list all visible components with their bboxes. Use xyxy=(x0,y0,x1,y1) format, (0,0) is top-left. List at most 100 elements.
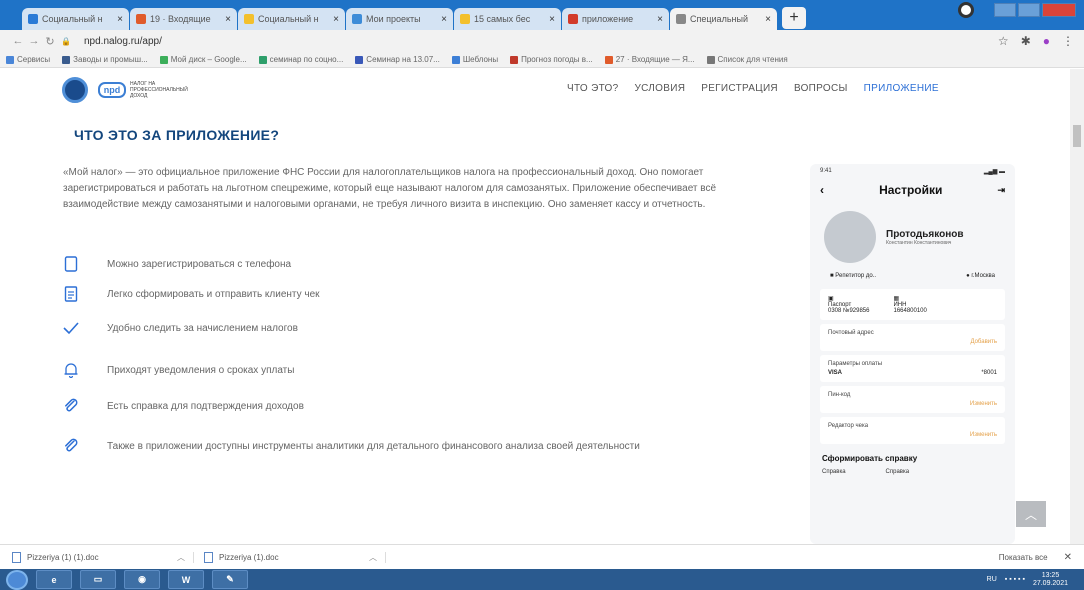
reload-icon[interactable]: ↻ xyxy=(42,35,58,48)
tab-close-icon[interactable]: × xyxy=(333,14,339,25)
downloads-bar: Pizzeriya (1) (1).doc ︿ Pizzeriya (1).doc ︿… xyxy=(0,544,1084,569)
receipt-change-link: Изменить xyxy=(969,432,997,438)
tab-title: Социальный н xyxy=(258,14,319,24)
clock-time: 13:25 xyxy=(1041,571,1060,579)
menu-item[interactable]: УСЛОВИЯ xyxy=(634,83,685,94)
back-icon[interactable]: ← xyxy=(10,35,26,47)
tab-title: 15 самых бес xyxy=(474,14,531,24)
window-controls xyxy=(958,2,1076,18)
bookmark-item[interactable]: Шеблоны xyxy=(451,55,499,64)
tab-close-icon[interactable]: × xyxy=(117,14,123,25)
maximize-button[interactable] xyxy=(1018,3,1040,17)
bookmark-item[interactable]: Список для чтения xyxy=(706,55,788,64)
browser-tab[interactable]: приложение × xyxy=(562,8,669,30)
tab-close-icon[interactable]: × xyxy=(549,14,555,25)
profile-icon[interactable] xyxy=(958,2,974,18)
feature-item: Есть справка для подтверждения доходов xyxy=(63,398,304,414)
feature-text: Легко сформировать и отправить клиенту ч… xyxy=(107,289,320,300)
payment-label: Параметры оплаты xyxy=(828,361,883,367)
url-text[interactable]: npd.nalog.ru/app/ xyxy=(84,36,162,47)
explorer-taskbar-icon[interactable]: ▭ xyxy=(80,570,116,589)
tab-close-icon[interactable]: × xyxy=(765,14,771,25)
bookmark-item[interactable]: 27 · Входящие — Я... xyxy=(604,55,695,64)
browser-tab[interactable]: Социальный н × xyxy=(238,8,345,30)
address-bar: ← → ↻ 🔒 npd.nalog.ru/app/ ☆ ✱ ● ⋮ xyxy=(0,30,1084,52)
bookmark-label: Семинар на 13.07... xyxy=(366,55,440,64)
receipt-editor-label: Редактор чека xyxy=(828,423,869,429)
start-button[interactable] xyxy=(6,569,28,590)
phone-screen-title: Настройки xyxy=(879,183,943,197)
clock[interactable]: 13:25 27.09.2021 xyxy=(1033,572,1068,588)
account-icon[interactable]: ● xyxy=(1043,34,1050,48)
bookmark-label: семинар по соцно... xyxy=(269,55,344,64)
browser-tab[interactable]: Специальный × xyxy=(670,8,777,30)
bookmark-icon xyxy=(355,55,364,64)
paint-taskbar-icon[interactable]: ✎ xyxy=(212,570,248,589)
tray-icons[interactable]: ▪ ▪ ▪ ▪ ▪ xyxy=(1005,576,1025,583)
ie-taskbar-icon[interactable]: e xyxy=(36,570,72,589)
bookmark-item[interactable]: Мой диск – Google... xyxy=(159,55,247,64)
star-icon[interactable]: ☆ xyxy=(998,34,1009,48)
bookmark-label: Прогноз погоды в... xyxy=(521,55,593,64)
menu-icon[interactable]: ⋮ xyxy=(1062,34,1074,48)
download-filename: Pizzeriya (1) (1).doc xyxy=(27,552,99,562)
bookmarks-bar: Сервисы Заводы и промыш... Мой диск – Goog… xyxy=(0,52,1084,68)
scrollbar-thumb[interactable] xyxy=(1073,125,1081,147)
tab-close-icon[interactable]: × xyxy=(441,14,447,25)
page-scrollbar[interactable] xyxy=(1070,69,1084,544)
bookmark-item[interactable]: Прогноз погоды в... xyxy=(510,55,593,64)
bookmark-label: Шеблоны xyxy=(462,55,499,64)
feature-text: Есть справка для подтверждения доходов xyxy=(107,401,304,412)
menu-item[interactable]: РЕГИСТРАЦИЯ xyxy=(701,83,778,94)
tab-close-icon[interactable]: × xyxy=(225,14,231,25)
browser-tab[interactable]: Социальный н × xyxy=(22,8,129,30)
show-all-downloads[interactable]: Показать все xyxy=(999,553,1048,562)
make-ref-heading: Сформировать справку xyxy=(822,454,918,463)
chevron-up-icon[interactable]: ︿ xyxy=(369,552,377,563)
lang-indicator[interactable]: RU xyxy=(987,576,997,583)
tab-title: Специальный xyxy=(690,14,748,24)
menu-item[interactable]: ЧТО ЭТО? xyxy=(567,83,618,94)
tab-title: 19 · Входящие xyxy=(150,14,211,24)
site-header: npd НАЛОГ НА ПРОФЕССИОНАЛЬНЫЙ ДОХОД ЧТО … xyxy=(0,69,1070,111)
bookmark-item[interactable]: Сервисы xyxy=(6,55,50,64)
browser-tab[interactable]: 15 самых бес × xyxy=(454,8,561,30)
page-title: ЧТО ЭТО ЗА ПРИЛОЖЕНИЕ? xyxy=(74,127,280,143)
app-screenshot: 9:41 ▂▄▆ ▬ ‹ Настройки ⇥ Протодьяконов К… xyxy=(810,164,1015,544)
download-item[interactable]: Pizzeriya (1) (1).doc ︿ xyxy=(12,551,194,563)
npd-logo[interactable]: npd НАЛОГ НА ПРОФЕССИОНАЛЬНЫЙ ДОХОД xyxy=(98,81,188,99)
close-window-button[interactable] xyxy=(1042,3,1076,17)
download-filename: Pizzeriya (1).doc xyxy=(219,552,279,562)
forward-icon[interactable]: → xyxy=(26,35,42,47)
scroll-top-button[interactable]: ︿ xyxy=(1016,501,1046,527)
paperclip-icon xyxy=(63,398,79,414)
browser-tab[interactable]: Мои проекты × xyxy=(346,8,453,30)
bookmark-label: Сервисы xyxy=(17,55,51,64)
chrome-taskbar-icon[interactable]: ◉ xyxy=(124,570,160,589)
fns-emblem-icon[interactable] xyxy=(62,77,88,103)
close-downloads-icon[interactable]: ✕ xyxy=(1064,552,1072,563)
document-icon xyxy=(12,551,21,563)
chevron-up-icon[interactable]: ︿ xyxy=(177,552,185,563)
browser-tab[interactable]: 19 · Входящие × xyxy=(130,8,237,30)
new-tab-button[interactable]: + xyxy=(782,7,806,29)
phone-status-bar: 9:41 ▂▄▆ ▬ xyxy=(810,164,1015,179)
extensions-icon[interactable]: ✱ xyxy=(1021,34,1031,48)
bookmark-icon xyxy=(258,55,267,64)
add-link: Добавить xyxy=(970,339,997,345)
receipt-editor-card: Редактор чека Изменить xyxy=(820,417,1005,444)
tab-close-icon[interactable]: × xyxy=(657,14,663,25)
pin-change-link: Изменить xyxy=(969,401,997,407)
word-taskbar-icon[interactable]: W xyxy=(168,570,204,589)
bookmark-item[interactable]: семинар по соцно... xyxy=(258,55,344,64)
signal-icon: ▂▄▆ ▬ xyxy=(983,169,1005,175)
menu-item[interactable]: ВОПРОСЫ xyxy=(794,83,848,94)
feature-item: Удобно следить за начислением налогов xyxy=(63,320,298,336)
tab-favicon-icon xyxy=(568,14,578,24)
minimize-button[interactable] xyxy=(994,3,1016,17)
download-item[interactable]: Pizzeriya (1).doc ︿ xyxy=(204,551,386,563)
bookmark-item[interactable]: Семинар на 13.07... xyxy=(355,55,440,64)
menu-item[interactable]: ПРИЛОЖЕНИЕ xyxy=(864,83,939,94)
mail-card: Почтовый адрес Добавить xyxy=(820,324,1005,351)
bookmark-item[interactable]: Заводы и промыш... xyxy=(62,55,148,64)
